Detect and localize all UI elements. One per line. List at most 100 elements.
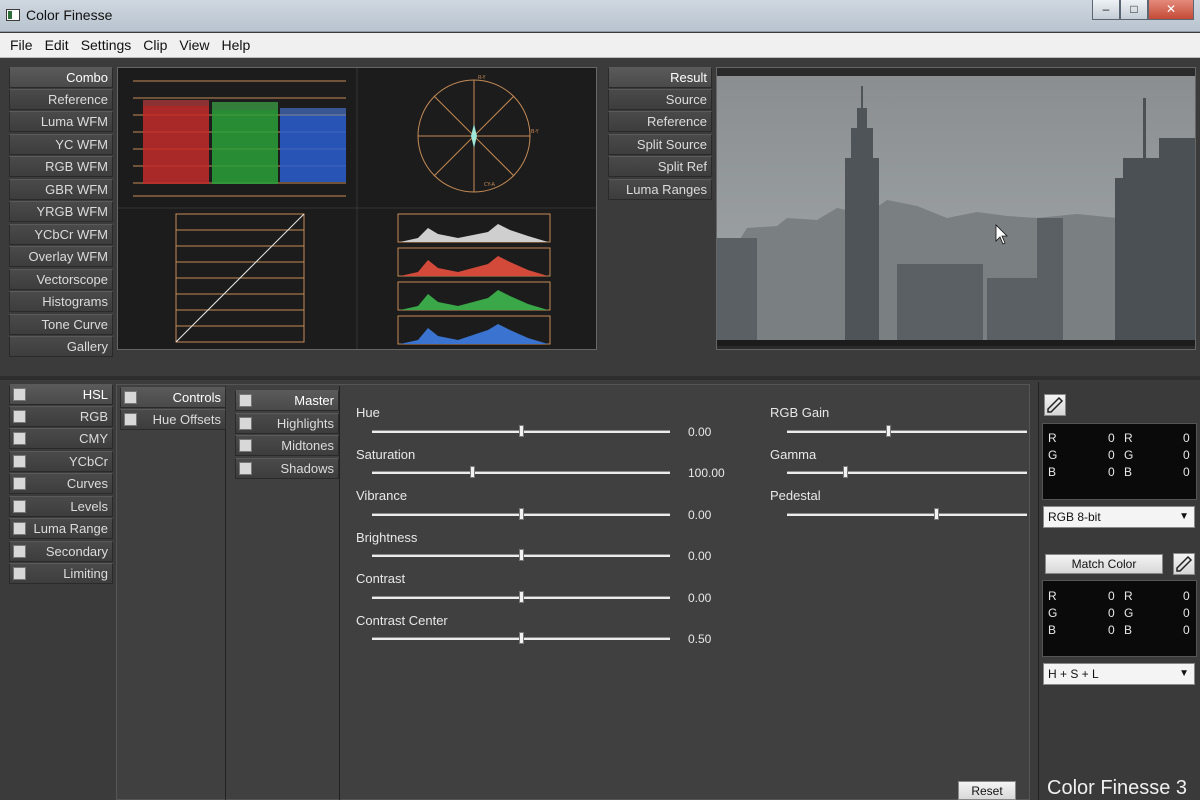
pedestal-slider[interactable]: [787, 513, 1027, 516]
cmy-checkbox[interactable]: [13, 432, 26, 445]
view-tab-reference[interactable]: Reference: [608, 111, 712, 132]
close-button[interactable]: ✕: [1148, 0, 1194, 20]
hue-offsets-checkbox[interactable]: [124, 413, 137, 426]
menu-edit[interactable]: Edit: [39, 37, 75, 53]
master-checkbox[interactable]: [239, 394, 252, 407]
scope-tab-yrgb-wfm[interactable]: YRGB WFM: [9, 201, 113, 222]
scope-tab-histograms[interactable]: Histograms: [9, 291, 113, 312]
scope-tab-tone-curve[interactable]: Tone Curve: [9, 314, 113, 335]
menu-help[interactable]: Help: [216, 37, 257, 53]
saturation-slider-thumb[interactable]: [469, 466, 475, 478]
view-tab-split-source[interactable]: Split Source: [608, 134, 712, 155]
correction-tab-rgb[interactable]: RGB: [9, 406, 113, 427]
midtones-checkbox[interactable]: [239, 439, 252, 452]
correction-tab-ycbcr[interactable]: YCbCr: [9, 451, 113, 472]
scope-tab-ycbcr-wfm[interactable]: YCbCr WFM: [9, 224, 113, 245]
correction-tab-label: YCbCr: [68, 454, 108, 469]
scope-tab-vectorscope[interactable]: Vectorscope: [9, 269, 113, 290]
contrast-slider-thumb[interactable]: [519, 591, 524, 603]
curves-checkbox[interactable]: [13, 477, 26, 490]
scope-tab-gallery[interactable]: Gallery: [9, 336, 113, 357]
correction-tab-cmy[interactable]: CMY: [9, 428, 113, 449]
saturation-slider[interactable]: [372, 471, 670, 474]
contrast-center-slider-thumb[interactable]: [519, 632, 524, 644]
view-tab-result[interactable]: Result: [608, 67, 712, 88]
secondary-checkbox[interactable]: [13, 545, 26, 558]
channel-label: B: [1124, 465, 1133, 479]
histograms: [397, 213, 551, 345]
ycbcr-checkbox[interactable]: [13, 455, 26, 468]
range-tab-master[interactable]: Master: [235, 390, 339, 411]
mode-column: [118, 386, 226, 800]
rgb-gain-slider[interactable]: [787, 430, 1027, 433]
controls-checkbox[interactable]: [124, 391, 137, 404]
scope-tab-reference[interactable]: Reference: [9, 89, 113, 110]
hue-slider-thumb[interactable]: [519, 425, 524, 437]
gamma-slider-thumb[interactable]: [842, 466, 848, 478]
contrast-value: 0.00: [688, 591, 712, 605]
menu-view[interactable]: View: [173, 37, 215, 53]
channel-value: 0: [1108, 623, 1115, 637]
format-select[interactable]: RGB 8-bit ▼: [1043, 506, 1195, 528]
pedestal-label: Pedestal: [770, 488, 821, 503]
view-tab-split-ref[interactable]: Split Ref: [608, 156, 712, 177]
menu-settings[interactable]: Settings: [75, 37, 138, 53]
limiting-checkbox[interactable]: [13, 567, 26, 580]
mode-tab-controls[interactable]: Controls: [120, 387, 226, 408]
reset-button[interactable]: Reset: [958, 781, 1016, 800]
brightness-slider-thumb[interactable]: [519, 549, 524, 561]
correction-tab-limiting[interactable]: Limiting: [9, 563, 113, 584]
range-tab-shadows[interactable]: Shadows: [235, 458, 339, 479]
eyedropper-button[interactable]: [1044, 394, 1066, 416]
maximize-button[interactable]: □: [1120, 0, 1148, 20]
correction-tab-label: RGB: [79, 409, 108, 424]
channel-label: R: [1124, 589, 1133, 603]
channel-value: 0: [1183, 431, 1190, 445]
contrast-label: Contrast: [356, 571, 406, 586]
hsl-checkbox[interactable]: [13, 388, 26, 401]
pedestal-slider-thumb[interactable]: [933, 508, 939, 520]
match-row-r: R0R0: [1048, 589, 1198, 603]
scope-tab-yc-wfm[interactable]: YC WFM: [9, 134, 113, 155]
correction-tab-hsl[interactable]: HSL: [9, 384, 113, 405]
correction-tab-curves[interactable]: Curves: [9, 473, 113, 494]
range-tab-label: Midtones: [281, 438, 334, 453]
vibrance-slider-thumb[interactable]: [519, 508, 524, 520]
correction-tab-levels[interactable]: Levels: [9, 496, 113, 517]
scope-tab-overlay-wfm[interactable]: Overlay WFM: [9, 246, 113, 267]
range-tab-midtones[interactable]: Midtones: [235, 435, 339, 456]
scope-tab-gbr-wfm[interactable]: GBR WFM: [9, 179, 113, 200]
channel-value: 0: [1183, 465, 1190, 479]
mode-tab-hue-offsets[interactable]: Hue Offsets: [120, 409, 226, 430]
image-viewer: [716, 67, 1196, 350]
scope-tab-rgb-wfm[interactable]: RGB WFM: [9, 156, 113, 177]
gamma-slider[interactable]: [787, 471, 1027, 474]
correction-tab-luma-range[interactable]: Luma Range: [9, 518, 113, 539]
scope-tab-luma-wfm[interactable]: Luma WFM: [9, 111, 113, 132]
brightness-value: 0.00: [688, 549, 712, 563]
mode-tab-label: Hue Offsets: [152, 412, 221, 427]
rgb-checkbox[interactable]: [13, 410, 26, 423]
window-title: Color Finesse: [26, 7, 113, 23]
channel-label: B: [1124, 623, 1133, 637]
levels-checkbox[interactable]: [13, 500, 26, 513]
range-tab-highlights[interactable]: Highlights: [235, 413, 339, 434]
channel-label: G: [1124, 448, 1134, 462]
highlights-checkbox[interactable]: [239, 417, 252, 430]
menu-clip[interactable]: Clip: [137, 37, 173, 53]
minimize-button[interactable]: –: [1092, 0, 1120, 20]
view-tab-source[interactable]: Source: [608, 89, 712, 110]
rgb-gain-slider-thumb[interactable]: [885, 425, 891, 437]
view-tab-luma-ranges[interactable]: Luma Ranges: [608, 179, 712, 200]
channel-label: B: [1048, 465, 1057, 479]
menu-file[interactable]: File: [4, 37, 39, 53]
luma-range-checkbox[interactable]: [13, 522, 26, 535]
match-color-button[interactable]: Match Color: [1045, 554, 1163, 574]
range-tab-label: Master: [294, 393, 334, 408]
match-mode-select[interactable]: H + S + L ▼: [1043, 663, 1195, 685]
match-eyedropper-button[interactable]: [1173, 553, 1195, 575]
scope-tab-combo[interactable]: Combo: [9, 67, 113, 88]
correction-tab-secondary[interactable]: Secondary: [9, 541, 113, 562]
correction-tab-label: HSL: [82, 387, 108, 402]
shadows-checkbox[interactable]: [239, 462, 252, 475]
